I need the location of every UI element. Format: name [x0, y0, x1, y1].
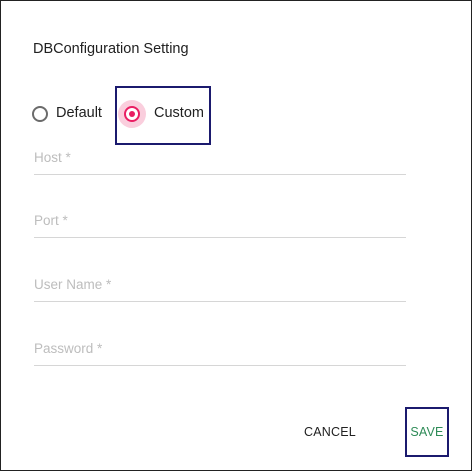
- custom-option-highlight-box: [115, 86, 211, 145]
- host-input[interactable]: [34, 150, 406, 174]
- radio-label-default: Default: [56, 105, 102, 121]
- save-button[interactable]: SAVE: [405, 407, 449, 457]
- radio-unchecked-icon[interactable]: [32, 106, 48, 122]
- user-name-field[interactable]: User Name *: [34, 277, 406, 303]
- password-input[interactable]: [34, 341, 406, 365]
- port-input[interactable]: [34, 213, 406, 237]
- db-configuration-dialog: DBConfiguration Setting Default Custom H…: [0, 0, 472, 471]
- port-field[interactable]: Port *: [34, 213, 406, 239]
- password-field-underline: [34, 365, 406, 366]
- radio-option-default[interactable]: Default: [32, 101, 112, 127]
- password-field[interactable]: Password *: [34, 341, 406, 367]
- cancel-button[interactable]: CANCEL: [297, 421, 363, 443]
- dialog-title: DBConfiguration Setting: [33, 41, 189, 57]
- user-name-field-underline: [34, 301, 406, 302]
- port-field-underline: [34, 237, 406, 238]
- host-field-underline: [34, 174, 406, 175]
- user-name-input[interactable]: [34, 277, 406, 301]
- host-field[interactable]: Host *: [34, 150, 406, 176]
